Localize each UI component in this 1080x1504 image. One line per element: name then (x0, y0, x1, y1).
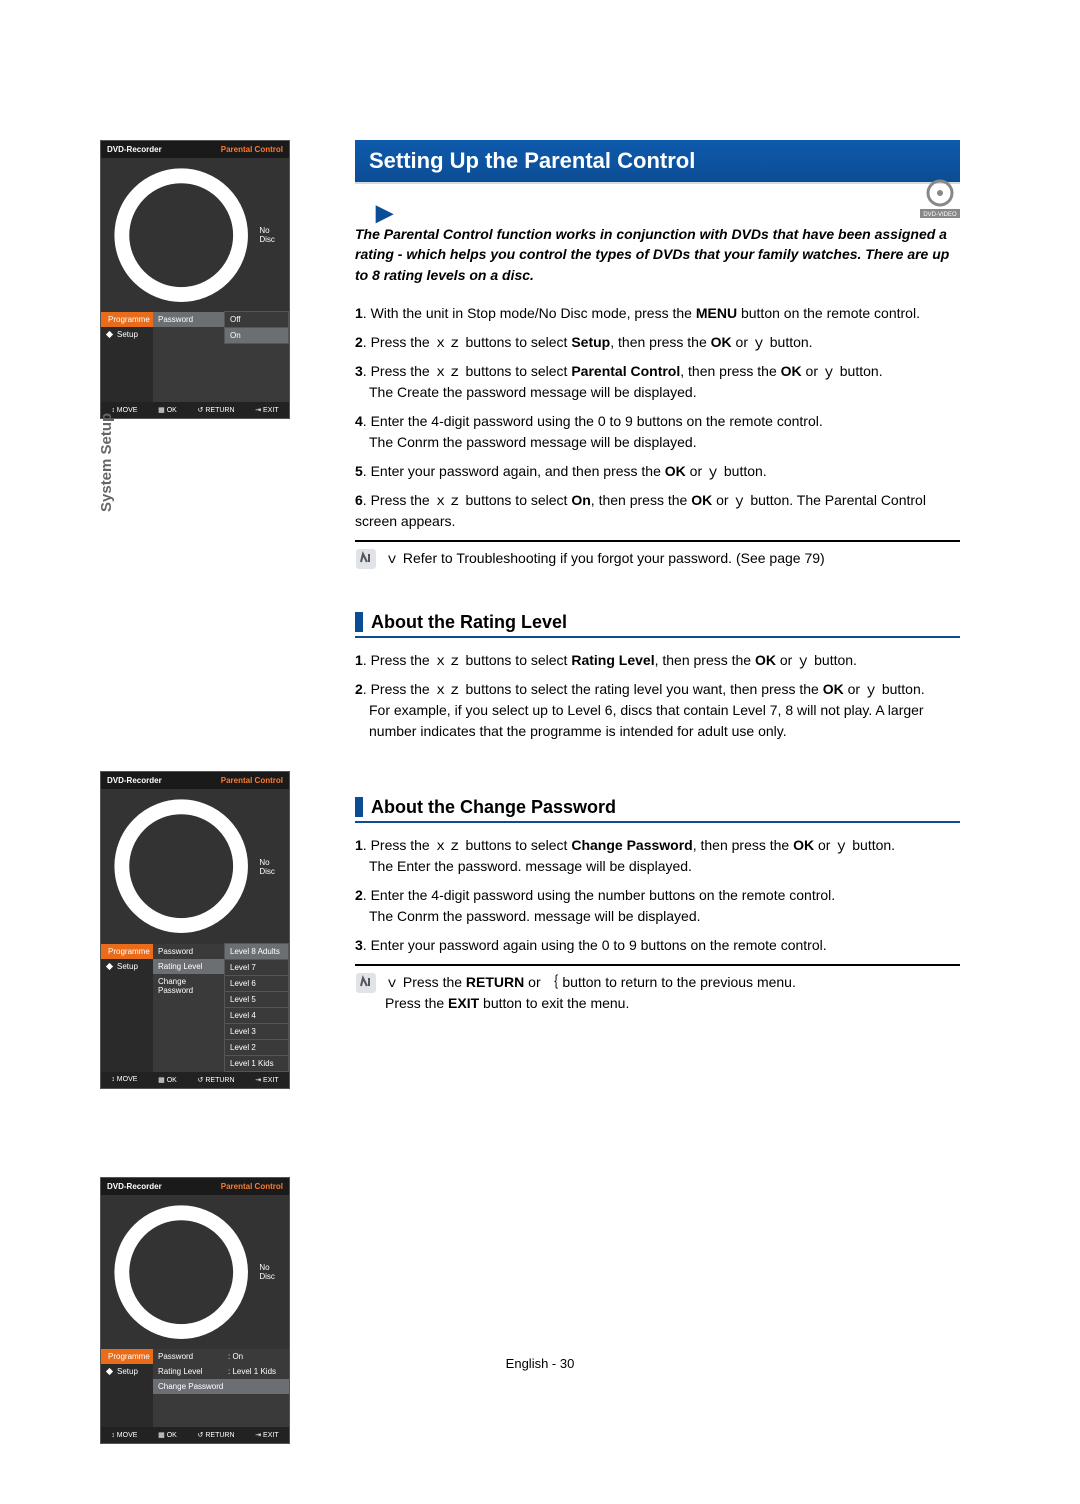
change-password-steps: 1. Press the ｘｚ buttons to select Change… (355, 835, 960, 956)
step-item: 6. Press the ｘｚ buttons to select On, th… (355, 490, 960, 532)
osd-screen-change-password: DVD-RecorderParental Control No Disc Pro… (100, 1177, 290, 1444)
osd-screen-rating-level: DVD-RecorderParental Control No Disc Pro… (100, 771, 290, 1088)
step-item: 2. Press the ｘｚ buttons to select the ra… (355, 679, 960, 742)
page-footer: English - 30 (0, 1356, 1080, 1371)
arrow-right-icon: ▶ (376, 200, 393, 226)
step-item: 5. Enter your password again, and then p… (355, 461, 960, 482)
step-item: 2. Press the ｘｚ buttons to select Setup,… (355, 332, 960, 353)
note-icon (355, 548, 377, 570)
subsection-rating-level: About the Rating Level (355, 612, 960, 638)
sidebar-section-label: System Setup (98, 413, 115, 512)
step-item: 3. Press the ｘｚ buttons to select Parent… (355, 361, 960, 403)
note-return-exit: ｖ Press the RETURN or ｛ button to return… (355, 964, 960, 1014)
step-item: 1. Press the ｘｚ buttons to select Rating… (355, 650, 960, 671)
dvd-video-badge-icon: DVD-VIDEO (920, 178, 960, 218)
osd-screen-password-onoff: DVD-RecorderParental Control No Disc Pro… (100, 140, 290, 419)
note-icon (355, 972, 377, 994)
step-item: 4. Enter the 4-digit password using the … (355, 411, 960, 453)
rating-level-steps: 1. Press the ｘｚ buttons to select Rating… (355, 650, 960, 742)
step-item: 2. Enter the 4-digit password using the … (355, 885, 960, 927)
svg-text:DVD-VIDEO: DVD-VIDEO (923, 212, 957, 218)
subsection-change-password: About the Change Password (355, 797, 960, 823)
intro-paragraph: The Parental Control function works in c… (355, 224, 960, 285)
section-title: Setting Up the Parental Control (355, 140, 960, 184)
step-item: 1. Press the ｘｚ buttons to select Change… (355, 835, 960, 877)
main-steps-list: 1. With the unit in Stop mode/No Disc mo… (355, 303, 960, 532)
step-item: 3. Enter your password again using the 0… (355, 935, 960, 956)
step-item: 1. With the unit in Stop mode/No Disc mo… (355, 303, 960, 324)
note-forgot-password: ｖ Refer to Troubleshooting if you forgot… (355, 540, 960, 570)
